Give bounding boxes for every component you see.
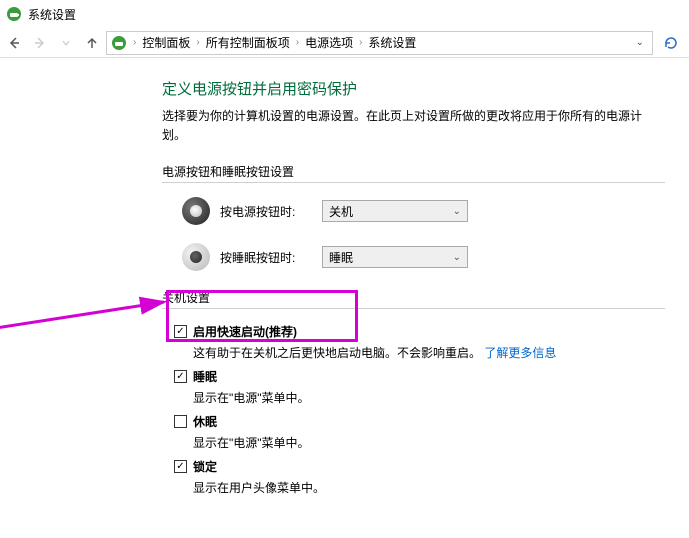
power-options-icon xyxy=(111,35,127,51)
chevron-right-icon[interactable]: › xyxy=(131,37,138,48)
chevron-down-icon: ⌄ xyxy=(453,252,461,263)
sleep-icon xyxy=(182,243,210,271)
dropdown-value: 关机 xyxy=(329,203,353,220)
sleep-option: 睡眠 显示在"电源"菜单中。 xyxy=(174,368,665,407)
breadcrumb-item[interactable]: 电源选项 xyxy=(305,34,353,51)
hibernate-desc: 显示在"电源"菜单中。 xyxy=(193,434,665,452)
hibernate-label: 休眠 xyxy=(193,413,217,430)
lock-option: 锁定 显示在用户头像菜单中。 xyxy=(174,458,665,497)
learn-more-link[interactable]: 了解更多信息 xyxy=(484,346,556,360)
hibernate-option: 休眠 显示在"电源"菜单中。 xyxy=(174,413,665,452)
power-icon xyxy=(182,197,210,225)
breadcrumb-dropdown-icon[interactable]: ⌄ xyxy=(632,37,648,48)
sleep-label: 睡眠 xyxy=(193,368,217,385)
breadcrumb-item[interactable]: 所有控制面板项 xyxy=(206,34,290,51)
hibernate-checkbox[interactable] xyxy=(174,415,187,428)
chevron-right-icon[interactable]: › xyxy=(194,37,201,48)
fast-startup-desc: 这有助于在关机之后更快地启动电脑。不会影响重启。 了解更多信息 xyxy=(193,344,665,362)
chevron-right-icon[interactable]: › xyxy=(357,37,364,48)
window-title: 系统设置 xyxy=(28,6,76,23)
lock-checkbox[interactable] xyxy=(174,460,187,473)
sleep-checkbox[interactable] xyxy=(174,370,187,383)
dropdown-value: 睡眠 xyxy=(329,249,353,266)
section-divider xyxy=(162,182,665,183)
nav-bar: › 控制面板 › 所有控制面板项 › 电源选项 › 系统设置 ⌄ xyxy=(0,28,689,58)
up-button[interactable] xyxy=(80,31,104,55)
lock-desc: 显示在用户头像菜单中。 xyxy=(193,479,665,497)
back-button[interactable] xyxy=(2,31,26,55)
sleep-button-dropdown[interactable]: 睡眠 ⌄ xyxy=(322,246,468,268)
chevron-down-icon: ⌄ xyxy=(453,206,461,217)
power-button-dropdown[interactable]: 关机 ⌄ xyxy=(322,200,468,222)
breadcrumb-item[interactable]: 系统设置 xyxy=(368,34,416,51)
breadcrumb[interactable]: › 控制面板 › 所有控制面板项 › 电源选项 › 系统设置 ⌄ xyxy=(106,31,653,55)
sleep-button-label: 按睡眠按钮时: xyxy=(220,249,312,266)
section-shutdown-label: 关机设置 xyxy=(162,289,665,306)
power-button-label: 按电源按钮时: xyxy=(220,203,312,220)
page-subtext: 选择要为你的计算机设置的电源设置。在此页上对设置所做的更改将应用于你所有的电源计… xyxy=(162,107,665,145)
fast-startup-label: 启用快速启动(推荐) xyxy=(193,323,297,340)
sleep-button-setting: 按睡眠按钮时: 睡眠 ⌄ xyxy=(182,243,665,271)
power-options-icon xyxy=(6,6,22,22)
fast-startup-checkbox[interactable] xyxy=(174,325,187,338)
shutdown-options-list: 启用快速启动(推荐) 这有助于在关机之后更快地启动电脑。不会影响重启。 了解更多… xyxy=(174,323,665,497)
power-button-setting: 按电源按钮时: 关机 ⌄ xyxy=(182,197,665,225)
page-heading: 定义电源按钮并启用密码保护 xyxy=(162,78,665,99)
fast-startup-option: 启用快速启动(推荐) 这有助于在关机之后更快地启动电脑。不会影响重启。 了解更多… xyxy=(174,323,665,362)
forward-button[interactable] xyxy=(28,31,52,55)
chevron-right-icon[interactable]: › xyxy=(294,37,301,48)
section-buttons-label: 电源按钮和睡眠按钮设置 xyxy=(162,163,665,180)
recent-dropdown-icon[interactable] xyxy=(54,31,78,55)
breadcrumb-item[interactable]: 控制面板 xyxy=(142,34,190,51)
content-panel: 定义电源按钮并启用密码保护 选择要为你的计算机设置的电源设置。在此页上对设置所做… xyxy=(0,58,689,525)
sleep-desc: 显示在"电源"菜单中。 xyxy=(193,389,665,407)
section-divider xyxy=(162,308,665,309)
refresh-button[interactable] xyxy=(659,31,683,55)
lock-label: 锁定 xyxy=(193,458,217,475)
title-bar: 系统设置 xyxy=(0,0,689,28)
